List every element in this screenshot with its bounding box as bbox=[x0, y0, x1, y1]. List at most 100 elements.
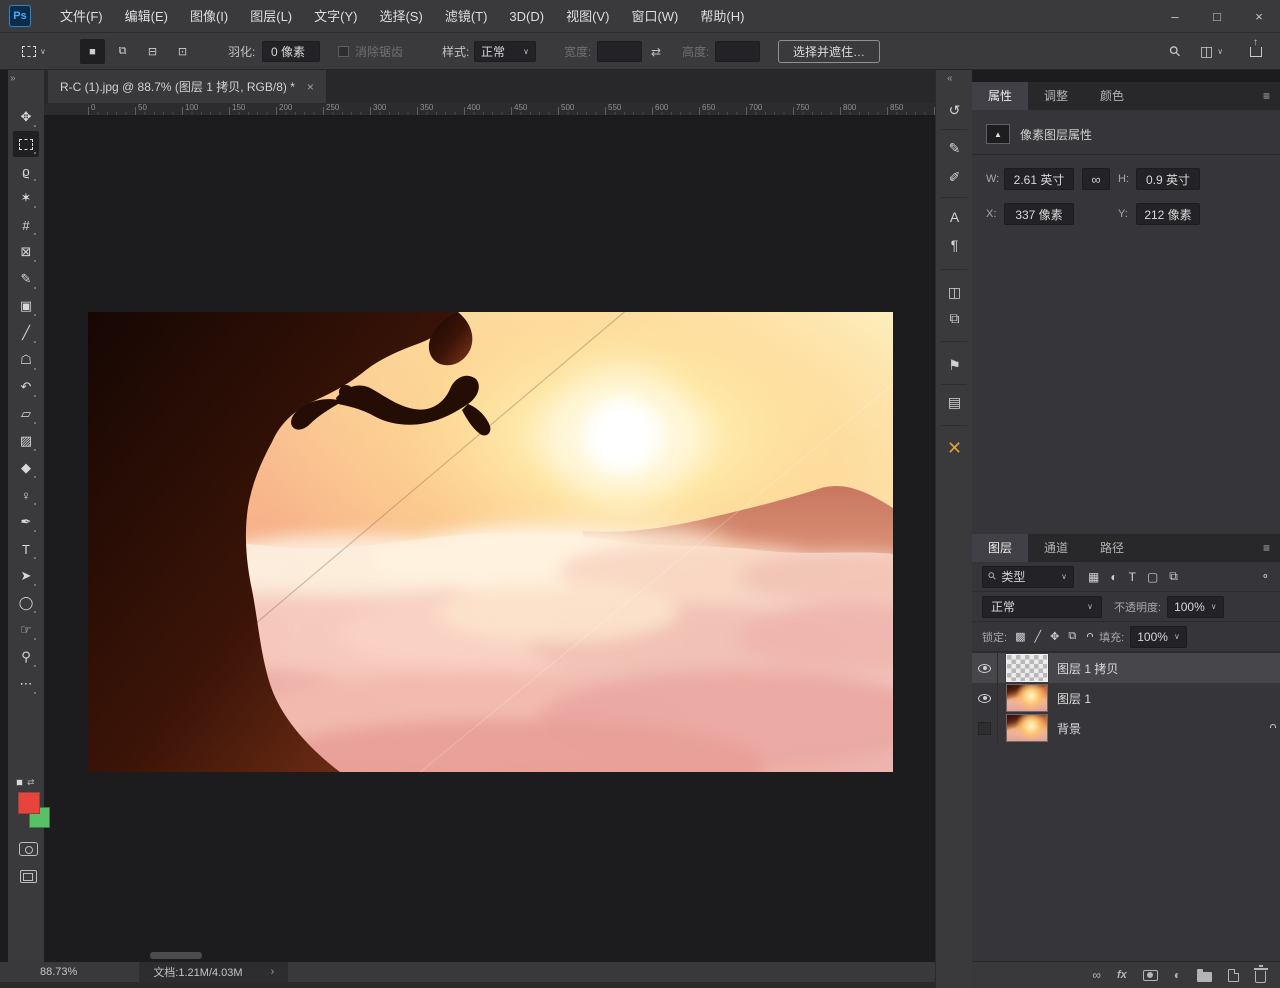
adjustment-layer-icon[interactable]: ◐ bbox=[1174, 968, 1181, 982]
learn-panel-icon[interactable]: ✕ bbox=[936, 436, 973, 460]
pin-panel-icon[interactable]: ⚑ bbox=[936, 353, 973, 377]
add-layer-mask-icon[interactable] bbox=[1143, 970, 1158, 981]
foreground-color-swatch[interactable] bbox=[18, 792, 40, 814]
layer-row-layer-1[interactable]: 图层 1 bbox=[972, 683, 1280, 713]
layer-style-icon[interactable]: fx bbox=[1117, 969, 1127, 981]
new-group-icon[interactable] bbox=[1197, 972, 1212, 982]
width-input[interactable] bbox=[597, 41, 642, 62]
menu-item[interactable]: 文字(Y) bbox=[303, 0, 368, 33]
tab-layers[interactable]: 图层 bbox=[972, 534, 1028, 562]
layer-thumbnail-image[interactable] bbox=[1006, 684, 1048, 712]
lock-position-icon[interactable]: ✥ bbox=[1050, 630, 1059, 643]
notes-panel-icon[interactable]: ▤ bbox=[936, 390, 973, 414]
dock-collapse-chevron[interactable]: « bbox=[947, 73, 953, 84]
visibility-toggle[interactable] bbox=[972, 653, 998, 683]
tab-paths[interactable]: 路径 bbox=[1084, 534, 1140, 562]
zoom-tool[interactable]: ⚲ bbox=[13, 644, 39, 670]
paragraph-panel-icon[interactable]: ¶ bbox=[936, 233, 973, 257]
menu-item[interactable]: 滤镜(T) bbox=[434, 0, 499, 33]
feather-input[interactable]: 0 像素 bbox=[262, 41, 320, 62]
path-selection-tool[interactable]: ➤ bbox=[13, 563, 39, 589]
panel-menu-icon[interactable]: ≡ bbox=[1263, 89, 1270, 103]
document-tab[interactable]: R-C (1).jpg @ 88.7% (图层 1 拷贝, RGB/8) * × bbox=[48, 70, 326, 103]
intersect-selection-button[interactable]: ⊡ bbox=[170, 39, 195, 64]
type-tool[interactable]: T bbox=[13, 536, 39, 562]
frame-tool[interactable]: ⊠ bbox=[13, 239, 39, 265]
menu-item[interactable]: 选择(S) bbox=[368, 0, 433, 33]
object-selection-tool[interactable]: ✶ bbox=[13, 185, 39, 211]
anti-alias-checkbox[interactable] bbox=[338, 46, 349, 57]
minimize-button[interactable]: – bbox=[1154, 0, 1196, 33]
lock-transparent-pixels-icon[interactable]: ▩ bbox=[1015, 630, 1025, 643]
quick-mask-button[interactable] bbox=[19, 842, 38, 856]
document-info[interactable]: 文档:1.21M/4.03M › bbox=[139, 962, 288, 982]
libraries-panel-icon[interactable]: ◫ bbox=[936, 280, 973, 304]
horizontal-scrollbar-thumb[interactable] bbox=[150, 952, 202, 959]
history-brush-tool[interactable]: ↶ bbox=[13, 374, 39, 400]
clone-stamp-tool[interactable]: ☖ bbox=[13, 347, 39, 373]
shape-tool[interactable]: ◯ bbox=[13, 590, 39, 616]
filter-adjustment-layers-icon[interactable]: ◐ bbox=[1110, 570, 1117, 584]
gradient-tool[interactable]: ▨ bbox=[13, 428, 39, 454]
menu-item[interactable]: 帮助(H) bbox=[689, 0, 755, 33]
opacity-field[interactable]: 100% ∨ bbox=[1167, 596, 1224, 618]
character-panel-icon[interactable]: A bbox=[936, 205, 973, 229]
zoom-level[interactable]: 88.73% bbox=[40, 966, 77, 978]
rectangular-marquee-tool[interactable] bbox=[13, 131, 39, 157]
swap-width-height-icon[interactable]: ⇄ bbox=[651, 45, 661, 59]
filter-pixel-layers-icon[interactable]: ▦ bbox=[1088, 570, 1099, 584]
chevron-right-icon[interactable]: › bbox=[271, 966, 275, 978]
delete-layer-icon[interactable] bbox=[1255, 971, 1266, 983]
layer-name[interactable]: 图层 1 拷贝 bbox=[1057, 660, 1118, 677]
tab-color[interactable]: 颜色 bbox=[1084, 82, 1140, 110]
swap-colors-icon[interactable]: ⇄ bbox=[27, 777, 35, 788]
lock-image-pixels-icon[interactable]: ╱ bbox=[1034, 630, 1041, 643]
layer-name[interactable]: 背景 bbox=[1057, 720, 1081, 737]
screen-mode-button[interactable] bbox=[20, 870, 37, 883]
spot-healing-brush-tool[interactable]: ▣ bbox=[13, 293, 39, 319]
current-tool-preview[interactable]: ∨ bbox=[22, 33, 46, 70]
info-panel-icon[interactable]: ⧉ bbox=[936, 306, 973, 330]
tab-adjustments[interactable]: 调整 bbox=[1028, 82, 1084, 110]
filter-shape-layers-icon[interactable]: ▢ bbox=[1147, 570, 1158, 584]
toolbar-collapse-chevron[interactable]: » bbox=[10, 73, 16, 84]
layer-thumbnail-image[interactable] bbox=[1006, 714, 1048, 742]
tab-channels[interactable]: 通道 bbox=[1028, 534, 1084, 562]
filter-toggle-pin[interactable]: ⚬ bbox=[1261, 570, 1270, 583]
y-property-field[interactable]: 212 像素 bbox=[1136, 203, 1200, 225]
layer-thumbnail-transparent[interactable] bbox=[1006, 654, 1048, 682]
crop-tool[interactable]: # bbox=[13, 212, 39, 238]
layer-row-layer-1-copy[interactable]: 图层 1 拷贝 bbox=[972, 653, 1280, 683]
brushes-panel-icon[interactable]: ✐ bbox=[936, 165, 973, 189]
menu-item[interactable]: 编辑(E) bbox=[114, 0, 179, 33]
brush-settings-panel-icon[interactable]: ✎ bbox=[936, 136, 973, 160]
menu-item[interactable]: 文件(F) bbox=[49, 0, 114, 33]
menu-item[interactable]: 视图(V) bbox=[555, 0, 620, 33]
menu-item[interactable]: 3D(D) bbox=[498, 0, 555, 33]
width-property-field[interactable]: 2.61 英寸 bbox=[1004, 168, 1074, 190]
blend-mode-select[interactable]: 正常 ∨ bbox=[982, 596, 1102, 618]
filter-type-layers-icon[interactable]: T bbox=[1129, 570, 1136, 584]
fill-field[interactable]: 100% ∨ bbox=[1130, 626, 1187, 648]
eyedropper-tool[interactable]: ✎ bbox=[13, 266, 39, 292]
add-to-selection-button[interactable]: ⧉ bbox=[110, 39, 135, 64]
new-selection-button[interactable]: ■ bbox=[80, 39, 105, 64]
menu-item[interactable]: 图层(L) bbox=[239, 0, 303, 33]
search-icon[interactable]: ⚲ bbox=[1165, 42, 1184, 61]
default-colors-icon[interactable]: ⇄ bbox=[16, 777, 35, 788]
new-layer-icon[interactable] bbox=[1228, 969, 1239, 982]
menu-item[interactable]: 图像(I) bbox=[179, 0, 239, 33]
lasso-tool[interactable]: ϱ bbox=[13, 158, 39, 184]
canvas-area[interactable] bbox=[44, 116, 935, 962]
select-and-mask-button[interactable]: 选择并遮住… bbox=[778, 40, 880, 63]
menu-item[interactable]: 窗口(W) bbox=[620, 0, 689, 33]
close-tab-icon[interactable]: × bbox=[307, 80, 314, 94]
dodge-tool[interactable]: ♀ bbox=[13, 482, 39, 508]
style-select[interactable]: 正常 ∨ bbox=[474, 41, 536, 62]
pen-tool[interactable]: ✒ bbox=[13, 509, 39, 535]
filter-smart-objects-icon[interactable]: ⧉ bbox=[1169, 569, 1178, 584]
height-input[interactable] bbox=[715, 41, 760, 62]
blur-tool[interactable]: ◆ bbox=[13, 455, 39, 481]
edit-toolbar-button[interactable]: ⋯ bbox=[13, 671, 39, 697]
hand-tool[interactable]: ☞ bbox=[13, 617, 39, 643]
